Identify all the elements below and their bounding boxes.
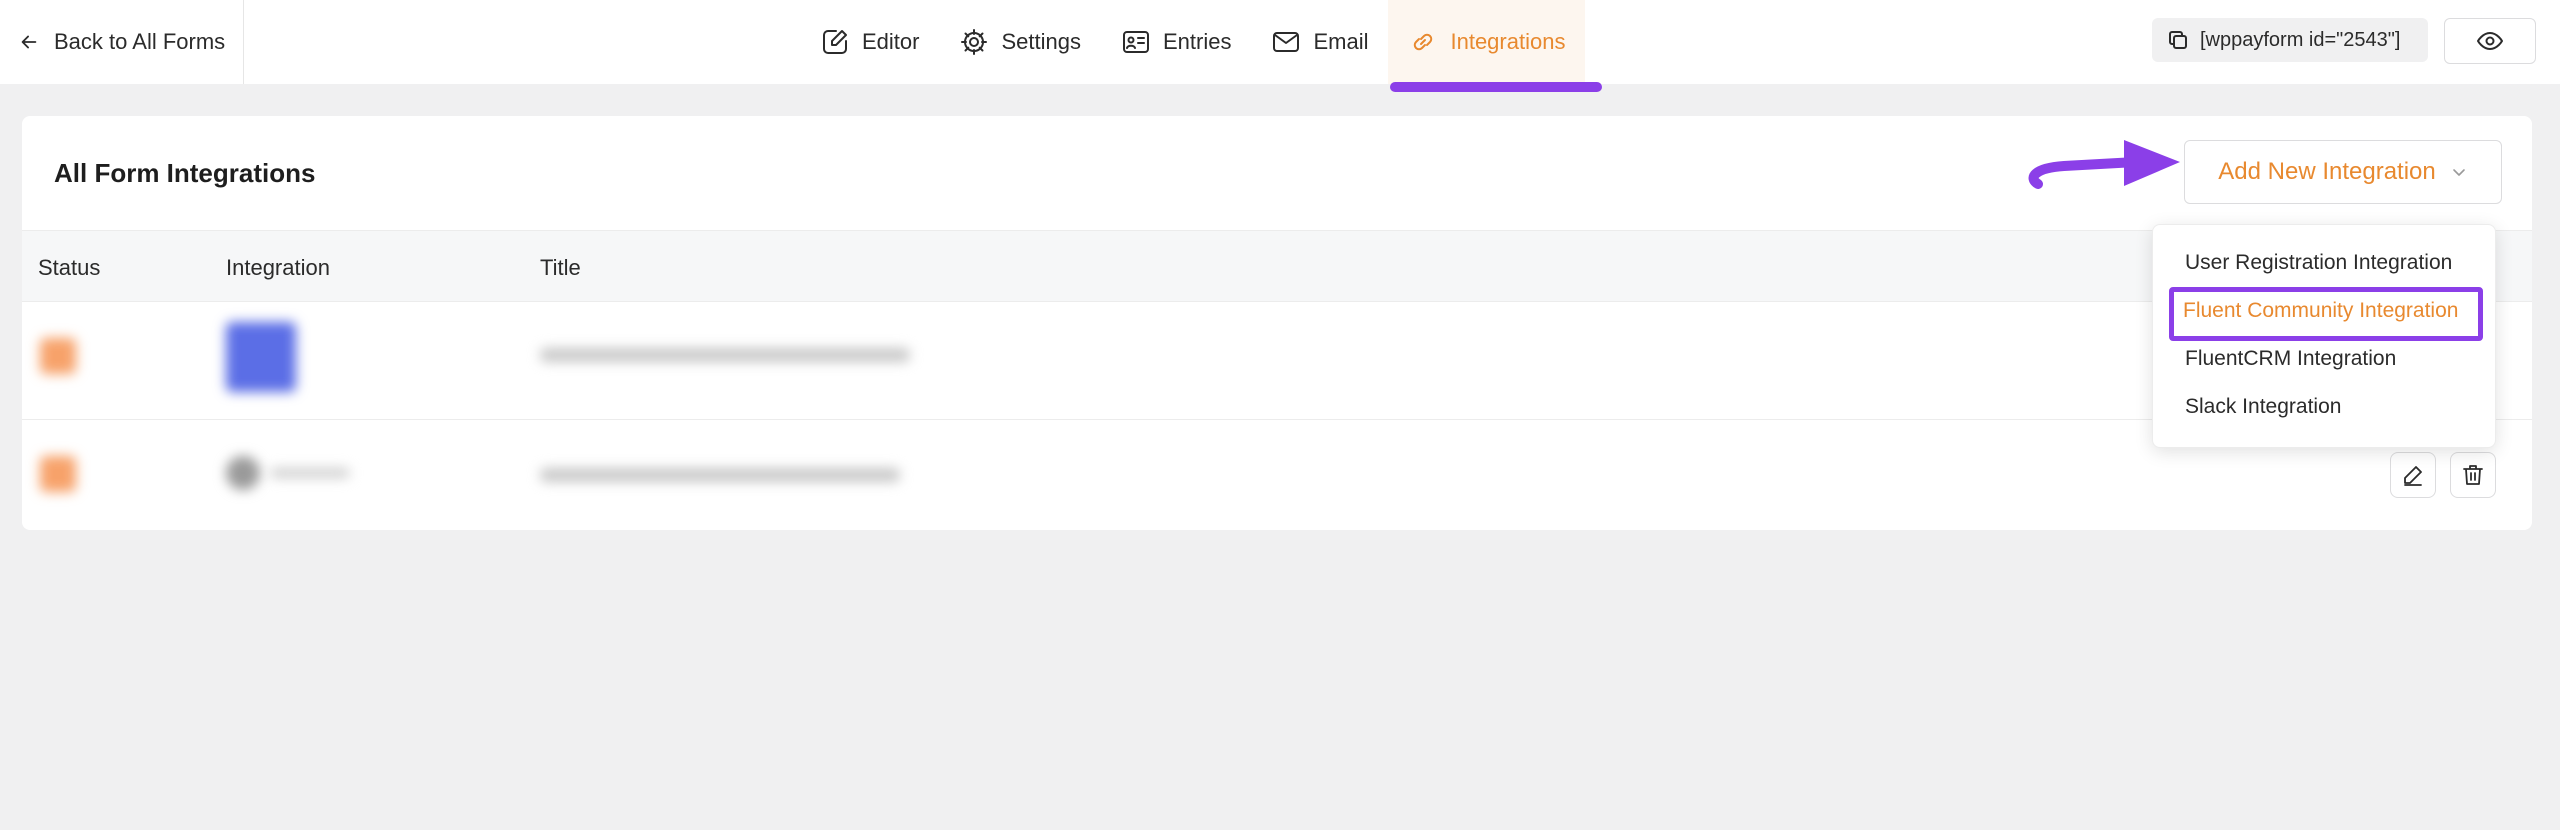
back-label: Back to All Forms: [54, 29, 226, 54]
annotation-highlight-box: [2169, 287, 2483, 341]
copy-icon: [2169, 31, 2187, 49]
pencil-icon: [2404, 466, 2422, 486]
arrow-left-icon: [21, 35, 37, 49]
page-title: All Form Integrations: [54, 158, 316, 188]
tab-label: Settings: [1001, 29, 1081, 54]
integration-logo: [226, 322, 296, 392]
tab-email[interactable]: Email: [1251, 0, 1388, 84]
copy-shortcode-button[interactable]: [wppayform id="2543"]: [2152, 18, 2428, 62]
tab-label: Editor: [862, 29, 920, 54]
menu-item-user-registration[interactable]: User Registration Integration: [2185, 251, 2452, 275]
redacted-title: [540, 348, 910, 362]
column-header-status: Status: [38, 255, 101, 280]
tab-label: Integrations: [1450, 29, 1566, 54]
annotation-arrow-icon: [2028, 140, 2180, 189]
back-to-forms-link[interactable]: Back to All Forms: [0, 0, 244, 84]
tab-integrations[interactable]: Integrations: [1388, 0, 1586, 84]
form-tabs: Editor Settings Entries Email Integratio…: [800, 0, 1586, 84]
annotation-underline: [1390, 82, 1602, 92]
integration-dropdown-menu: User Registration Integration Fluent Com…: [2152, 224, 2496, 448]
redacted-integration-name: [270, 468, 350, 478]
chevron-down-icon: [2452, 169, 2465, 176]
status-toggle[interactable]: [40, 456, 76, 492]
tab-entries[interactable]: Entries: [1101, 0, 1251, 84]
delete-button[interactable]: [2450, 452, 2496, 498]
integration-logo: [226, 456, 260, 490]
trash-icon: [2463, 465, 2483, 485]
column-header-title: Title: [540, 255, 581, 280]
tab-label: Entries: [1162, 29, 1232, 54]
tab-settings[interactable]: Settings: [939, 0, 1101, 84]
gear-icon: [961, 29, 988, 55]
menu-item-fluentcrm[interactable]: FluentCRM Integration: [2185, 347, 2396, 371]
preview-button[interactable]: [2444, 18, 2536, 64]
link-icon: [1414, 33, 1433, 51]
top-bar: Back to All Forms Editor Settings Entrie…: [0, 0, 2560, 92]
add-button-label: Add New Integration: [2218, 158, 2436, 185]
column-header-integration: Integration: [226, 255, 330, 280]
eye-icon: [2477, 32, 2503, 50]
tab-label: Email: [1313, 29, 1369, 54]
editor-icon: [823, 30, 847, 54]
email-icon: [1273, 32, 1300, 52]
status-toggle[interactable]: [40, 338, 76, 374]
tab-editor[interactable]: Editor: [800, 0, 939, 84]
shortcode-text: [wppayform id="2543"]: [2200, 28, 2401, 51]
menu-item-slack[interactable]: Slack Integration: [2185, 395, 2341, 419]
add-new-integration-button[interactable]: Add New Integration: [2184, 140, 2502, 204]
entries-icon: [1122, 31, 1149, 53]
edit-button[interactable]: [2390, 452, 2436, 498]
redacted-title: [540, 468, 900, 482]
